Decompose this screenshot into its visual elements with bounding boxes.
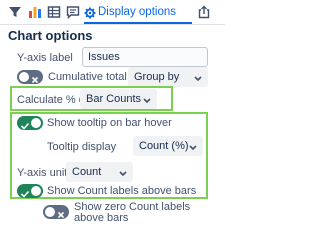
y-axis-unit-label: Y-axis unit xyxy=(17,167,68,179)
check-icon xyxy=(20,118,30,136)
cumulative-label: Cumulative total of xyxy=(48,71,140,83)
chevron-down-icon xyxy=(189,142,197,154)
tooltip-toggle[interactable] xyxy=(17,116,43,130)
comment-icon[interactable] xyxy=(66,5,80,20)
gear-icon xyxy=(84,6,98,20)
tooltip-display-value: Count (%) xyxy=(139,140,189,152)
chevron-down-icon xyxy=(194,73,202,85)
count-labels-toggle[interactable] xyxy=(17,184,43,198)
toggle-knob xyxy=(31,186,41,196)
cumulative-toggle[interactable] xyxy=(17,70,43,84)
y-axis-unit-select[interactable]: Count xyxy=(66,162,133,182)
y-axis-label-input[interactable]: Issues xyxy=(82,47,208,67)
toggle-knob xyxy=(19,72,29,82)
toggle-knob xyxy=(31,118,41,128)
y-axis-label-label: Y-axis label xyxy=(17,52,73,64)
table-icon[interactable] xyxy=(47,5,61,19)
tab-display-options-label: Display options xyxy=(98,6,176,18)
group-by-value: Group by xyxy=(134,71,180,83)
check-icon xyxy=(20,186,30,204)
toolbar-divider xyxy=(0,24,225,25)
tooltip-display-label: Tooltip display xyxy=(47,141,117,153)
toolbar: Display options xyxy=(0,0,225,26)
chevron-down-icon xyxy=(119,168,127,180)
calculate-select[interactable]: Bar Counts xyxy=(80,89,157,109)
calculate-label: Calculate % of xyxy=(17,94,88,106)
group-by-select[interactable]: Group by xyxy=(128,67,208,87)
tooltip-display-select[interactable]: Count (%) xyxy=(133,136,203,156)
calculate-value: Bar Counts xyxy=(86,93,142,105)
y-axis-unit-value: Count xyxy=(72,166,102,178)
zero-labels-toggle[interactable] xyxy=(43,205,69,219)
upload-icon[interactable] xyxy=(197,5,211,19)
toggle-knob xyxy=(45,207,55,217)
count-labels-label: Show Count labels above bars xyxy=(47,185,197,197)
panel-title: Chart options xyxy=(8,28,93,43)
bar-chart-icon[interactable] xyxy=(28,5,42,19)
close-icon xyxy=(56,207,66,225)
tooltip-label: Show tooltip on bar hover xyxy=(47,117,172,129)
chevron-down-icon xyxy=(143,95,151,107)
filter-icon[interactable] xyxy=(8,5,22,19)
zero-labels-label: Show zero Count labels above bars xyxy=(74,201,191,224)
